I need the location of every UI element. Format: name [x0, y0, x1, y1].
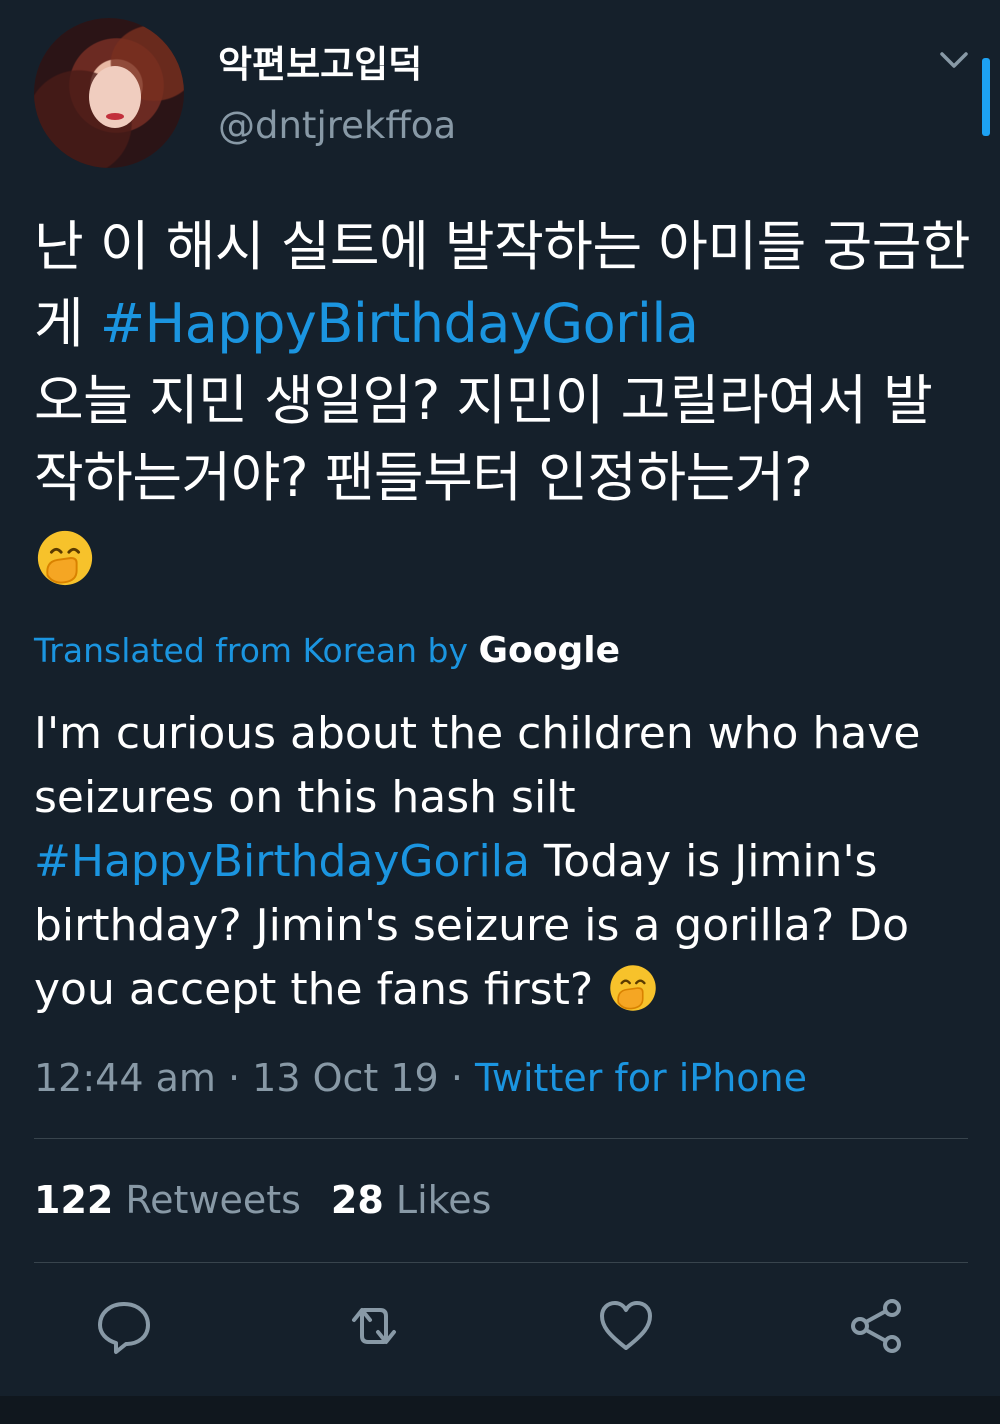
tweet-source-link[interactable]: Twitter for iPhone [475, 1056, 807, 1100]
like-icon [600, 1301, 652, 1350]
translated-label-text: Translated from Korean by [34, 631, 479, 670]
share-button[interactable] [846, 1296, 906, 1360]
tweet-body: 난 이 해시 실트에 발작하는 아미들 궁금한게 #HappyBirthdayG… [34, 208, 974, 593]
action-bar [0, 1296, 1000, 1366]
tweet-header: 악편보고입덕 @dntjrekffoa [0, 0, 1000, 190]
meta-separator: · [215, 1056, 253, 1100]
retweets-count: 122 [34, 1178, 114, 1222]
scrollbar[interactable] [982, 58, 990, 136]
likes-count: 28 [330, 1178, 384, 1222]
share-icon [851, 1299, 901, 1353]
user-handle[interactable]: @dntjrekffoa [218, 104, 456, 147]
meta-separator: · [438, 1056, 475, 1100]
retweet-button[interactable] [344, 1296, 404, 1360]
tweet-time: 12:44 am [34, 1056, 216, 1100]
hand-over-mouth-emoji-icon [610, 965, 656, 1011]
retweets-label: Retweets [113, 1178, 301, 1222]
reply-button[interactable] [94, 1296, 154, 1360]
like-button[interactable] [596, 1296, 656, 1360]
display-name[interactable]: 악편보고입덕 [218, 34, 422, 88]
tweet-stats: 122 Retweets 28 Likes [34, 1178, 491, 1222]
retweets-stat[interactable]: 122 Retweets [34, 1178, 301, 1222]
tweet-meta: 12:44 am · 13 Oct 19 · Twitter for iPhon… [34, 1056, 807, 1100]
translation-hashtag-link[interactable]: #HappyBirthdayGorila [34, 836, 530, 887]
reply-icon [98, 1302, 150, 1354]
tweet-hashtag-link[interactable]: #HappyBirthdayGorila [100, 292, 699, 355]
hand-over-mouth-emoji-icon [37, 531, 93, 586]
avatar-lips [106, 113, 124, 120]
divider [34, 1138, 968, 1139]
avatar[interactable] [34, 18, 184, 168]
google-logo: Google [478, 630, 621, 671]
tweet-date: 13 Oct 19 [252, 1056, 439, 1100]
likes-stat[interactable]: 28 Likes [331, 1178, 492, 1222]
translated-text: I'm curious about the children who have … [34, 702, 964, 1022]
divider [34, 1262, 968, 1263]
translated-by-label[interactable]: Translated from Korean by Google [34, 630, 620, 671]
retweet-icon [352, 1308, 396, 1344]
chevron-down-icon[interactable] [936, 44, 972, 74]
translation-part1: I'm curious about the children who have … [34, 708, 921, 823]
likes-label: Likes [383, 1178, 492, 1222]
bottom-bar [0, 1396, 1000, 1424]
tweet-text-part2: 오늘 지민 생일임? 지민이 고릴라여서 발작하는거야? 팬들부터 인정하는거? [34, 369, 933, 509]
